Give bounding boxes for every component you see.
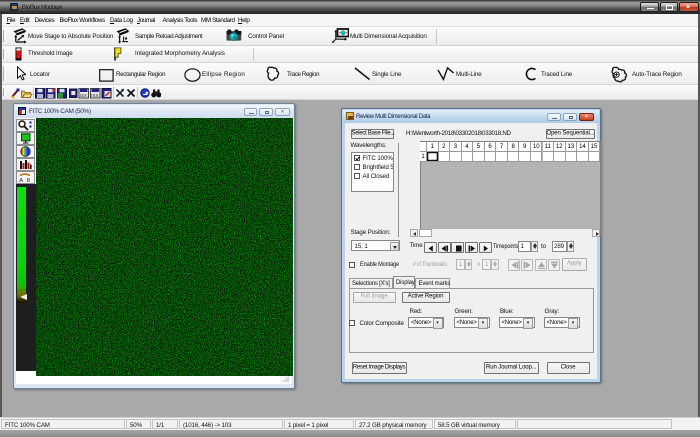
- svg-text:8: 8: [27, 178, 30, 183]
- svg-text:ISX: ISX: [91, 93, 98, 98]
- svg-text:ISX: ISX: [80, 93, 87, 98]
- svg-text:A: A: [19, 178, 23, 183]
